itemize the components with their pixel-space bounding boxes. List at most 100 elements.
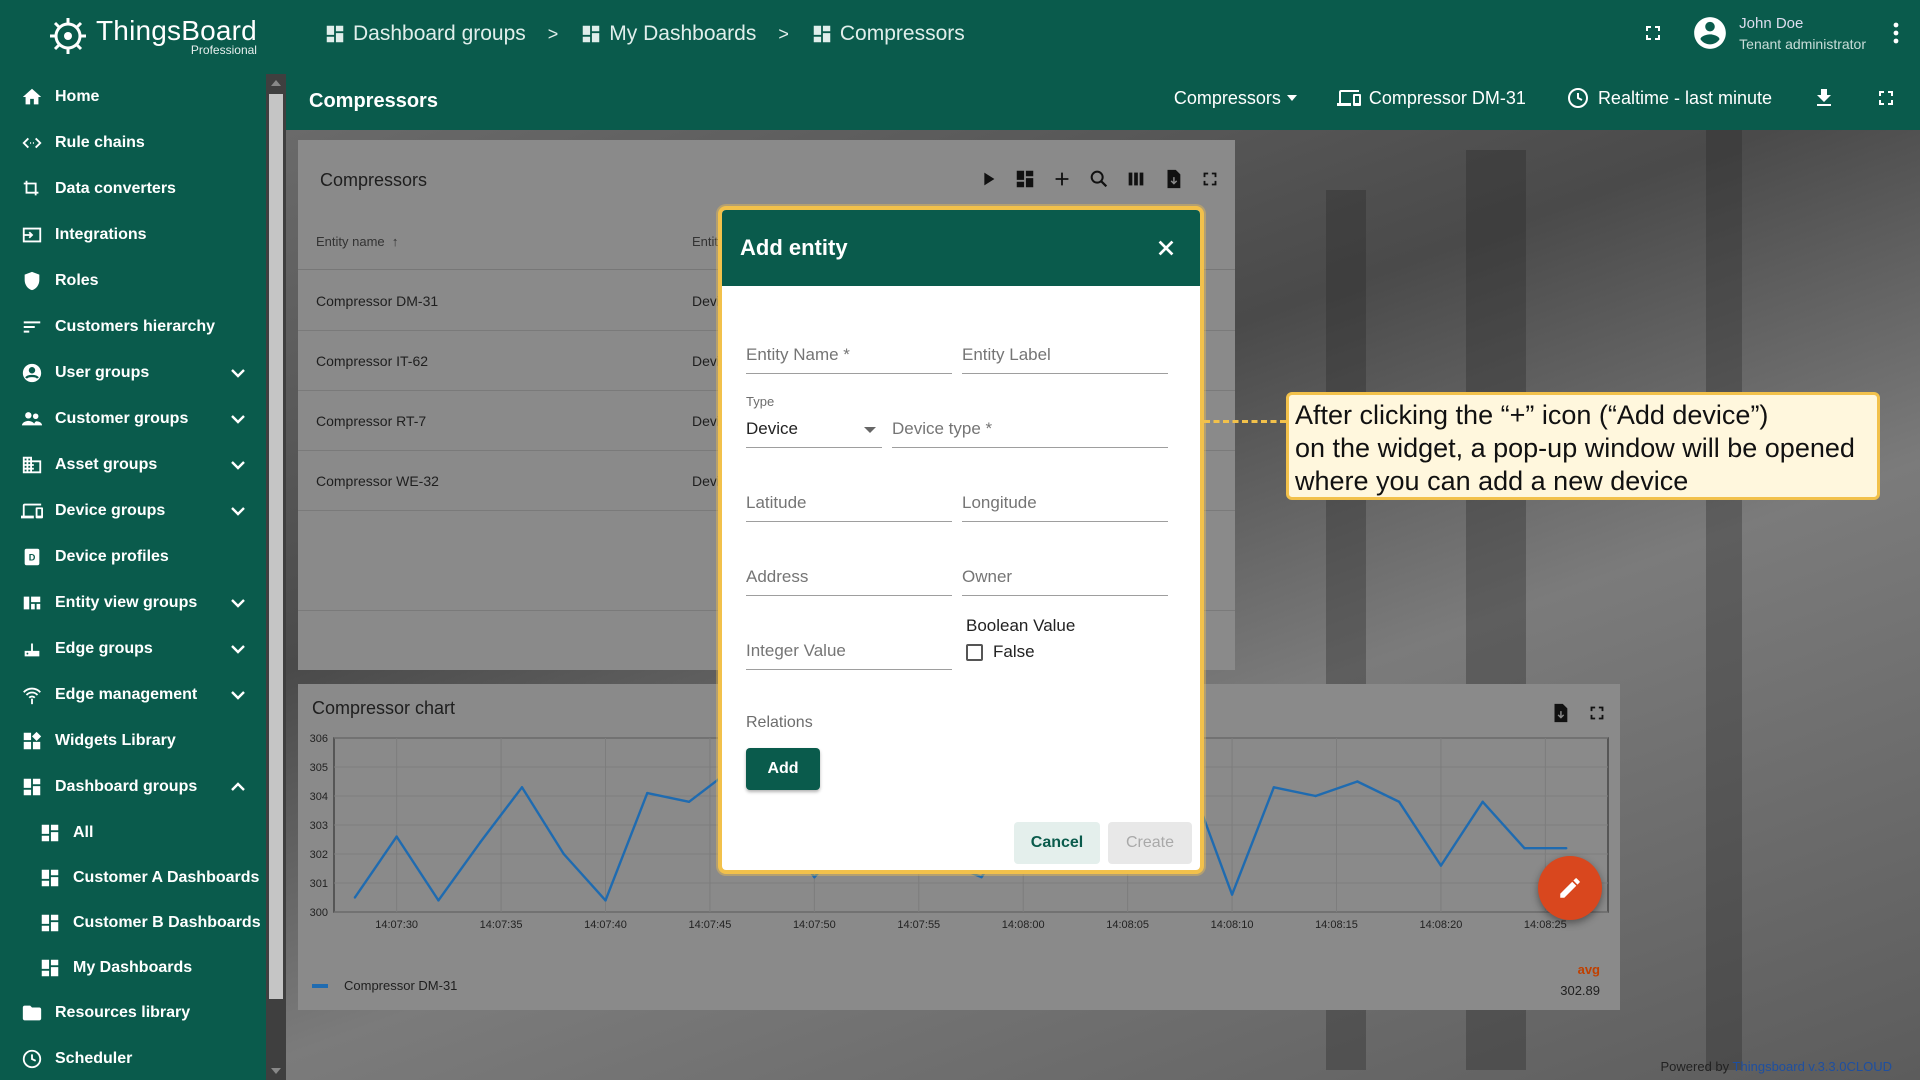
sidebar-item-device-profiles[interactable]: D Device profiles <box>0 534 266 580</box>
chevron-down-icon[interactable] <box>228 414 248 424</box>
sidebar-item-device-groups[interactable]: Device groups <box>0 488 266 534</box>
sidebar-item-scheduler[interactable]: Scheduler <box>0 1036 266 1080</box>
widget-toolbar <box>962 168 1221 190</box>
latitude-input[interactable]: Latitude <box>746 480 952 522</box>
chevron-down-icon[interactable] <box>228 644 248 654</box>
sidebar-item-customer-groups[interactable]: Customer groups <box>0 396 266 442</box>
device-type-input[interactable]: Device type * <box>892 406 1168 448</box>
fullscreen-icon[interactable] <box>1199 168 1221 190</box>
integer-value-input[interactable]: Integer Value <box>746 628 952 670</box>
chevron-down-icon[interactable] <box>228 368 248 378</box>
dashboard-icon[interactable] <box>1014 168 1036 190</box>
arrow-up-icon: ↑ <box>388 234 399 249</box>
sidebar-item-label: Customer A Dashboards <box>73 868 260 886</box>
chevron-down-icon[interactable] <box>228 598 248 608</box>
export-file-icon[interactable] <box>1162 168 1184 190</box>
sidebar-item-my-dashboards[interactable]: My Dashboards <box>0 945 266 990</box>
chevron-up-icon[interactable] <box>228 782 248 792</box>
entity-name-input[interactable]: Entity Name * <box>746 332 952 374</box>
add-relation-button[interactable]: Add <box>746 748 820 790</box>
entity-alias-select[interactable]: Compressor DM-31 <box>1336 86 1526 110</box>
add-icon[interactable] <box>1051 168 1073 190</box>
data-point <box>813 876 816 879</box>
close-button[interactable] <box>1150 232 1182 264</box>
dashboard-icon <box>813 25 831 43</box>
sidebar-item-customer-a-dashboards[interactable]: Customer A Dashboards <box>0 855 266 900</box>
sidebar-item-label: Entity view groups <box>55 594 198 611</box>
sidebar-item-user-groups[interactable]: User groups <box>0 350 266 396</box>
view-column-icon[interactable] <box>1125 168 1147 190</box>
owner-input[interactable]: Owner <box>962 554 1168 596</box>
dashboard-icon <box>38 911 62 935</box>
sidebar-item-asset-groups[interactable]: Asset groups <box>0 442 266 488</box>
data-point <box>562 852 565 856</box>
sidebar-item-label: Customer B Dashboards <box>73 913 261 931</box>
breadcrumb-item-my-dashboards[interactable]: My Dashboards <box>580 22 756 46</box>
fullscreen-icon[interactable] <box>1874 86 1898 110</box>
sidebar-item-resources-library[interactable]: Resources library <box>0 990 266 1036</box>
scroll-down-icon[interactable] <box>271 1068 281 1074</box>
more-vert-icon[interactable] <box>1886 19 1906 47</box>
sidebar-item-integrations[interactable]: Integrations <box>0 212 266 258</box>
play-icon[interactable] <box>977 168 999 190</box>
dashboard-state-select[interactable]: Compressors <box>1174 88 1297 109</box>
sidebar-item-label: Widgets Library <box>55 732 176 749</box>
data-point <box>1356 780 1359 783</box>
longitude-input[interactable]: Longitude <box>962 480 1168 522</box>
chevron-down-icon[interactable] <box>228 690 248 700</box>
dialog-title: Add entity <box>740 235 848 260</box>
data-point <box>520 786 524 789</box>
logo[interactable]: ThingsBoard Professional <box>0 0 286 72</box>
entity-label-input[interactable]: Entity Label <box>962 332 1168 374</box>
sidebar-scrollbar[interactable] <box>266 74 286 1080</box>
address-input[interactable]: Address <box>746 554 952 596</box>
sidebar-item-widgets-library[interactable]: Widgets Library <box>0 718 266 764</box>
fullscreen-icon[interactable] <box>1586 702 1608 724</box>
chevron-down-icon[interactable] <box>228 460 248 470</box>
breadcrumb-item-dashboard-groups[interactable]: Dashboard groups <box>324 22 526 46</box>
create-button[interactable]: Create <box>1108 822 1192 864</box>
devices-icon <box>20 499 44 523</box>
sidebar-item-customers-hierarchy[interactable]: Customers hierarchy <box>0 304 266 350</box>
sidebar-item-rule-chains[interactable]: Rule chains <box>0 120 266 166</box>
boolean-value-checkbox[interactable]: False <box>966 642 1075 662</box>
folder-icon <box>20 1001 44 1025</box>
y-tick-label: 302 <box>310 849 328 861</box>
sidebar-item-label: User groups <box>55 364 150 381</box>
timewindow-button[interactable]: Realtime - last minute <box>1566 86 1772 110</box>
tutorial-callout: After clicking the “+” icon (“Add device… <box>1286 392 1880 500</box>
sidebar-item-all[interactable]: All <box>0 810 266 855</box>
user-info[interactable]: John Doe Tenant administrator <box>1739 15 1866 52</box>
data-point <box>353 896 357 899</box>
account-circle-icon[interactable] <box>1691 14 1729 52</box>
sidebar: ThingsBoard Professional Home Rule chains… <box>0 0 286 1080</box>
sidebar-item-edge-management[interactable]: Edge management <box>0 672 266 718</box>
edit-dashboard-button[interactable] <box>1538 856 1602 920</box>
download-icon[interactable] <box>1812 86 1836 110</box>
scroll-up-icon[interactable] <box>271 80 281 86</box>
cancel-button[interactable]: Cancel <box>1014 822 1100 864</box>
sidebar-item-roles[interactable]: Roles <box>0 258 266 304</box>
x-tick-label: 14:07:45 <box>689 919 732 931</box>
data-point <box>437 899 440 902</box>
sidebar-item-label: Customer groups <box>55 410 189 427</box>
column-header-entity-name[interactable]: Entity name ↑ <box>316 234 398 249</box>
sidebar-item-data-converters[interactable]: Data converters <box>0 166 266 212</box>
sidebar-item-entity-view-groups[interactable]: Entity view groups <box>0 580 266 626</box>
sidebar-item-dashboard-groups[interactable]: Dashboard groups <box>0 764 266 810</box>
y-tick-label: 305 <box>310 762 328 774</box>
code-arrows-icon <box>20 131 44 155</box>
sidebar-item-customer-b-dashboards[interactable]: Customer B Dashboards <box>0 900 266 945</box>
type-select[interactable]: Device <box>746 406 882 448</box>
footer-brand-link[interactable]: Thingsboard v.3.3.0CLOUD <box>1733 1059 1892 1074</box>
export-file-icon[interactable] <box>1549 702 1571 724</box>
scrollbar-thumb[interactable] <box>269 94 283 999</box>
chevron-down-icon[interactable] <box>228 506 248 516</box>
search-icon[interactable] <box>1088 168 1110 190</box>
x-tick-label: 14:08:20 <box>1420 919 1463 931</box>
domain-icon <box>20 453 44 477</box>
sidebar-item-home[interactable]: Home <box>0 74 266 120</box>
sidebar-item-edge-groups[interactable]: Edge groups <box>0 626 266 672</box>
fullscreen-icon[interactable] <box>1641 21 1665 45</box>
y-tick-label: 303 <box>310 820 328 832</box>
